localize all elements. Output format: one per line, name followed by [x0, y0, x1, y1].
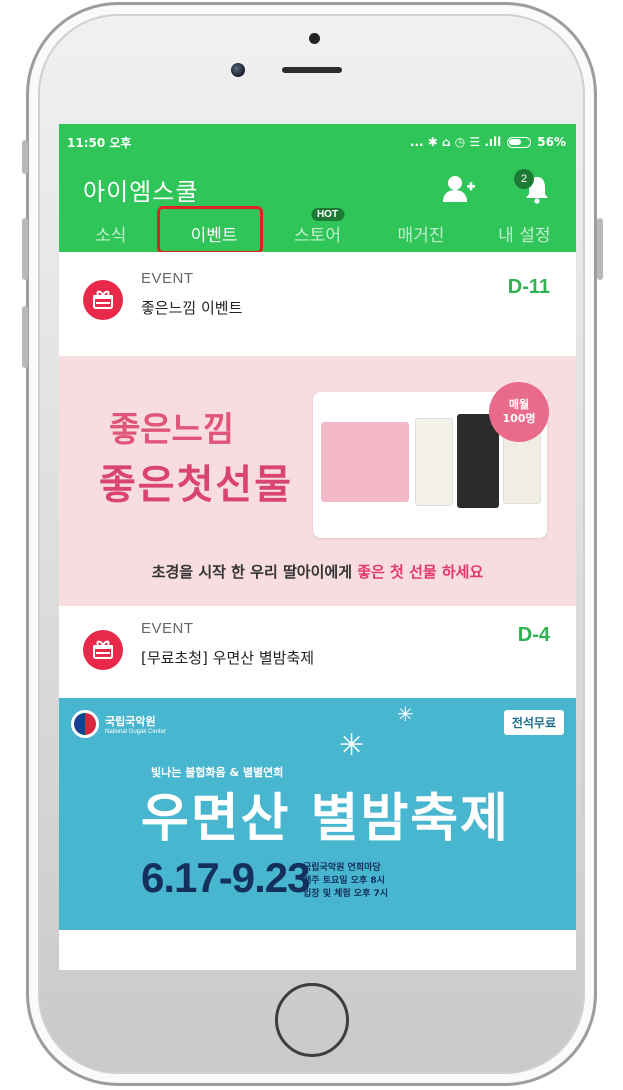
earpiece-speaker [282, 67, 342, 73]
organizer-logo [71, 710, 99, 738]
tab-my-settings[interactable]: 내 설정 [473, 221, 576, 252]
add-friend-button[interactable] [442, 172, 476, 206]
tab-label: 매거진 [397, 226, 445, 246]
status-time: 11:50 오후 [67, 135, 132, 150]
tab-magazine[interactable]: 매거진 [369, 221, 472, 252]
banner-subtitle: 좋은첫선물 [99, 461, 293, 508]
proximity-sensor [309, 33, 320, 44]
event-text: EVENT [무료초청] 우면산 별밤축제 [141, 620, 314, 668]
event-label: EVENT [141, 620, 194, 637]
flower-line1: 매월 [508, 398, 530, 411]
tab-label: 이벤트 [190, 226, 238, 246]
mute-switch [22, 140, 28, 174]
free-admission-tag: 전석무료 [503, 710, 564, 735]
notifications-button[interactable]: 2 [514, 169, 554, 206]
tab-event[interactable]: 이벤트 [162, 221, 265, 252]
event-card-header[interactable]: EVENT 좋은느낌 이벤트 D-11 [59, 252, 576, 356]
festival-info: 국립국악원 연희마당 매주 토요일 오후 8시 입장 및 체험 오후 7시 [303, 862, 388, 901]
app-title: 아이엠스쿨 [83, 177, 199, 206]
flower-line2: 100명 [502, 412, 536, 425]
front-camera [231, 63, 245, 77]
firework-icon: ✳ [339, 728, 365, 763]
status-icons-glyphs: ... ✱ ⌂ ◷ ☰ .ıll [409, 135, 502, 149]
volume-down-button [22, 306, 28, 368]
caption-highlight: 좋은 첫 선물 하세요 [357, 563, 484, 581]
organizer-name: 국립국악원 [105, 715, 156, 728]
banner-title: 좋은느낌 [109, 410, 235, 450]
tab-label: 내 설정 [498, 226, 551, 246]
header-actions: 2 [442, 169, 554, 206]
info-line: 매주 토요일 오후 8시 [303, 876, 385, 886]
add-user-icon [443, 176, 475, 202]
status-bar: 11:50 오후 ... ✱ ⌂ ◷ ☰ .ıll 56% [59, 124, 576, 160]
dday-counter: D-11 [507, 276, 550, 298]
home-button[interactable] [275, 983, 349, 1057]
product-box-pink [321, 422, 409, 502]
event-card-header[interactable]: EVENT [무료초청] 우면산 별밤축제 D-4 [59, 606, 576, 698]
event-text: EVENT 좋은느낌 이벤트 [141, 270, 242, 318]
app-screen: 11:50 오후 ... ✱ ⌂ ◷ ☰ .ıll 56% 아이엠스쿨 2 소식… [59, 124, 576, 970]
festival-dates: 6.17-9.23 [141, 854, 310, 901]
hot-badge: HOT [310, 208, 345, 221]
dday-counter: D-4 [517, 624, 550, 646]
notification-badge: 2 [514, 169, 534, 189]
banner-caption: 초경을 시작 한 우리 딸아이에게 좋은 첫 선물 하세요 [59, 561, 576, 582]
sparkle-icon: ✳ [397, 702, 414, 726]
gift-icon [83, 630, 123, 670]
caption-text: 초경을 시작 한 우리 딸아이에게 [151, 563, 358, 581]
info-line: 입장 및 체험 오후 7시 [303, 889, 389, 899]
product-pad-white [415, 418, 453, 506]
event-label: EVENT [141, 270, 194, 287]
status-icons: ... ✱ ⌂ ◷ ☰ .ıll 56% [410, 135, 566, 149]
tab-bar: 소식 이벤트 HOT 스토어 매거진 내 설정 [59, 206, 576, 254]
tab-label: 스토어 [294, 226, 341, 246]
tab-label: 소식 [95, 226, 127, 246]
volume-up-button [22, 218, 28, 280]
tab-store[interactable]: HOT 스토어 [266, 208, 369, 252]
event-title: 좋은느낌 이벤트 [141, 299, 243, 317]
power-button [597, 218, 603, 280]
battery-level: 56% [537, 135, 566, 149]
battery-icon [507, 136, 532, 148]
organizer-sub: National Gugak Center [105, 729, 167, 735]
event-title: [무료초청] 우면산 별밤축제 [141, 649, 315, 667]
banner-title: 우면산 별밤축제 [141, 789, 510, 849]
info-line: 국립국악원 연희마당 [303, 863, 381, 873]
monthly-100-badge: 매월 100명 [489, 382, 549, 442]
gift-icon [83, 280, 123, 320]
tab-news[interactable]: 소식 [59, 221, 162, 252]
event-banner-star-night-festival[interactable]: 국립국악원 National Gugak Center 전석무료 ✳ ✳ 빛나는… [59, 698, 576, 930]
event-banner-good-feeling[interactable]: 좋은느낌 좋은첫선물 매월 100명 초경을 시작 한 우리 딸아이에게 좋은 … [59, 356, 576, 606]
organizer: 국립국악원 National Gugak Center [71, 710, 166, 738]
